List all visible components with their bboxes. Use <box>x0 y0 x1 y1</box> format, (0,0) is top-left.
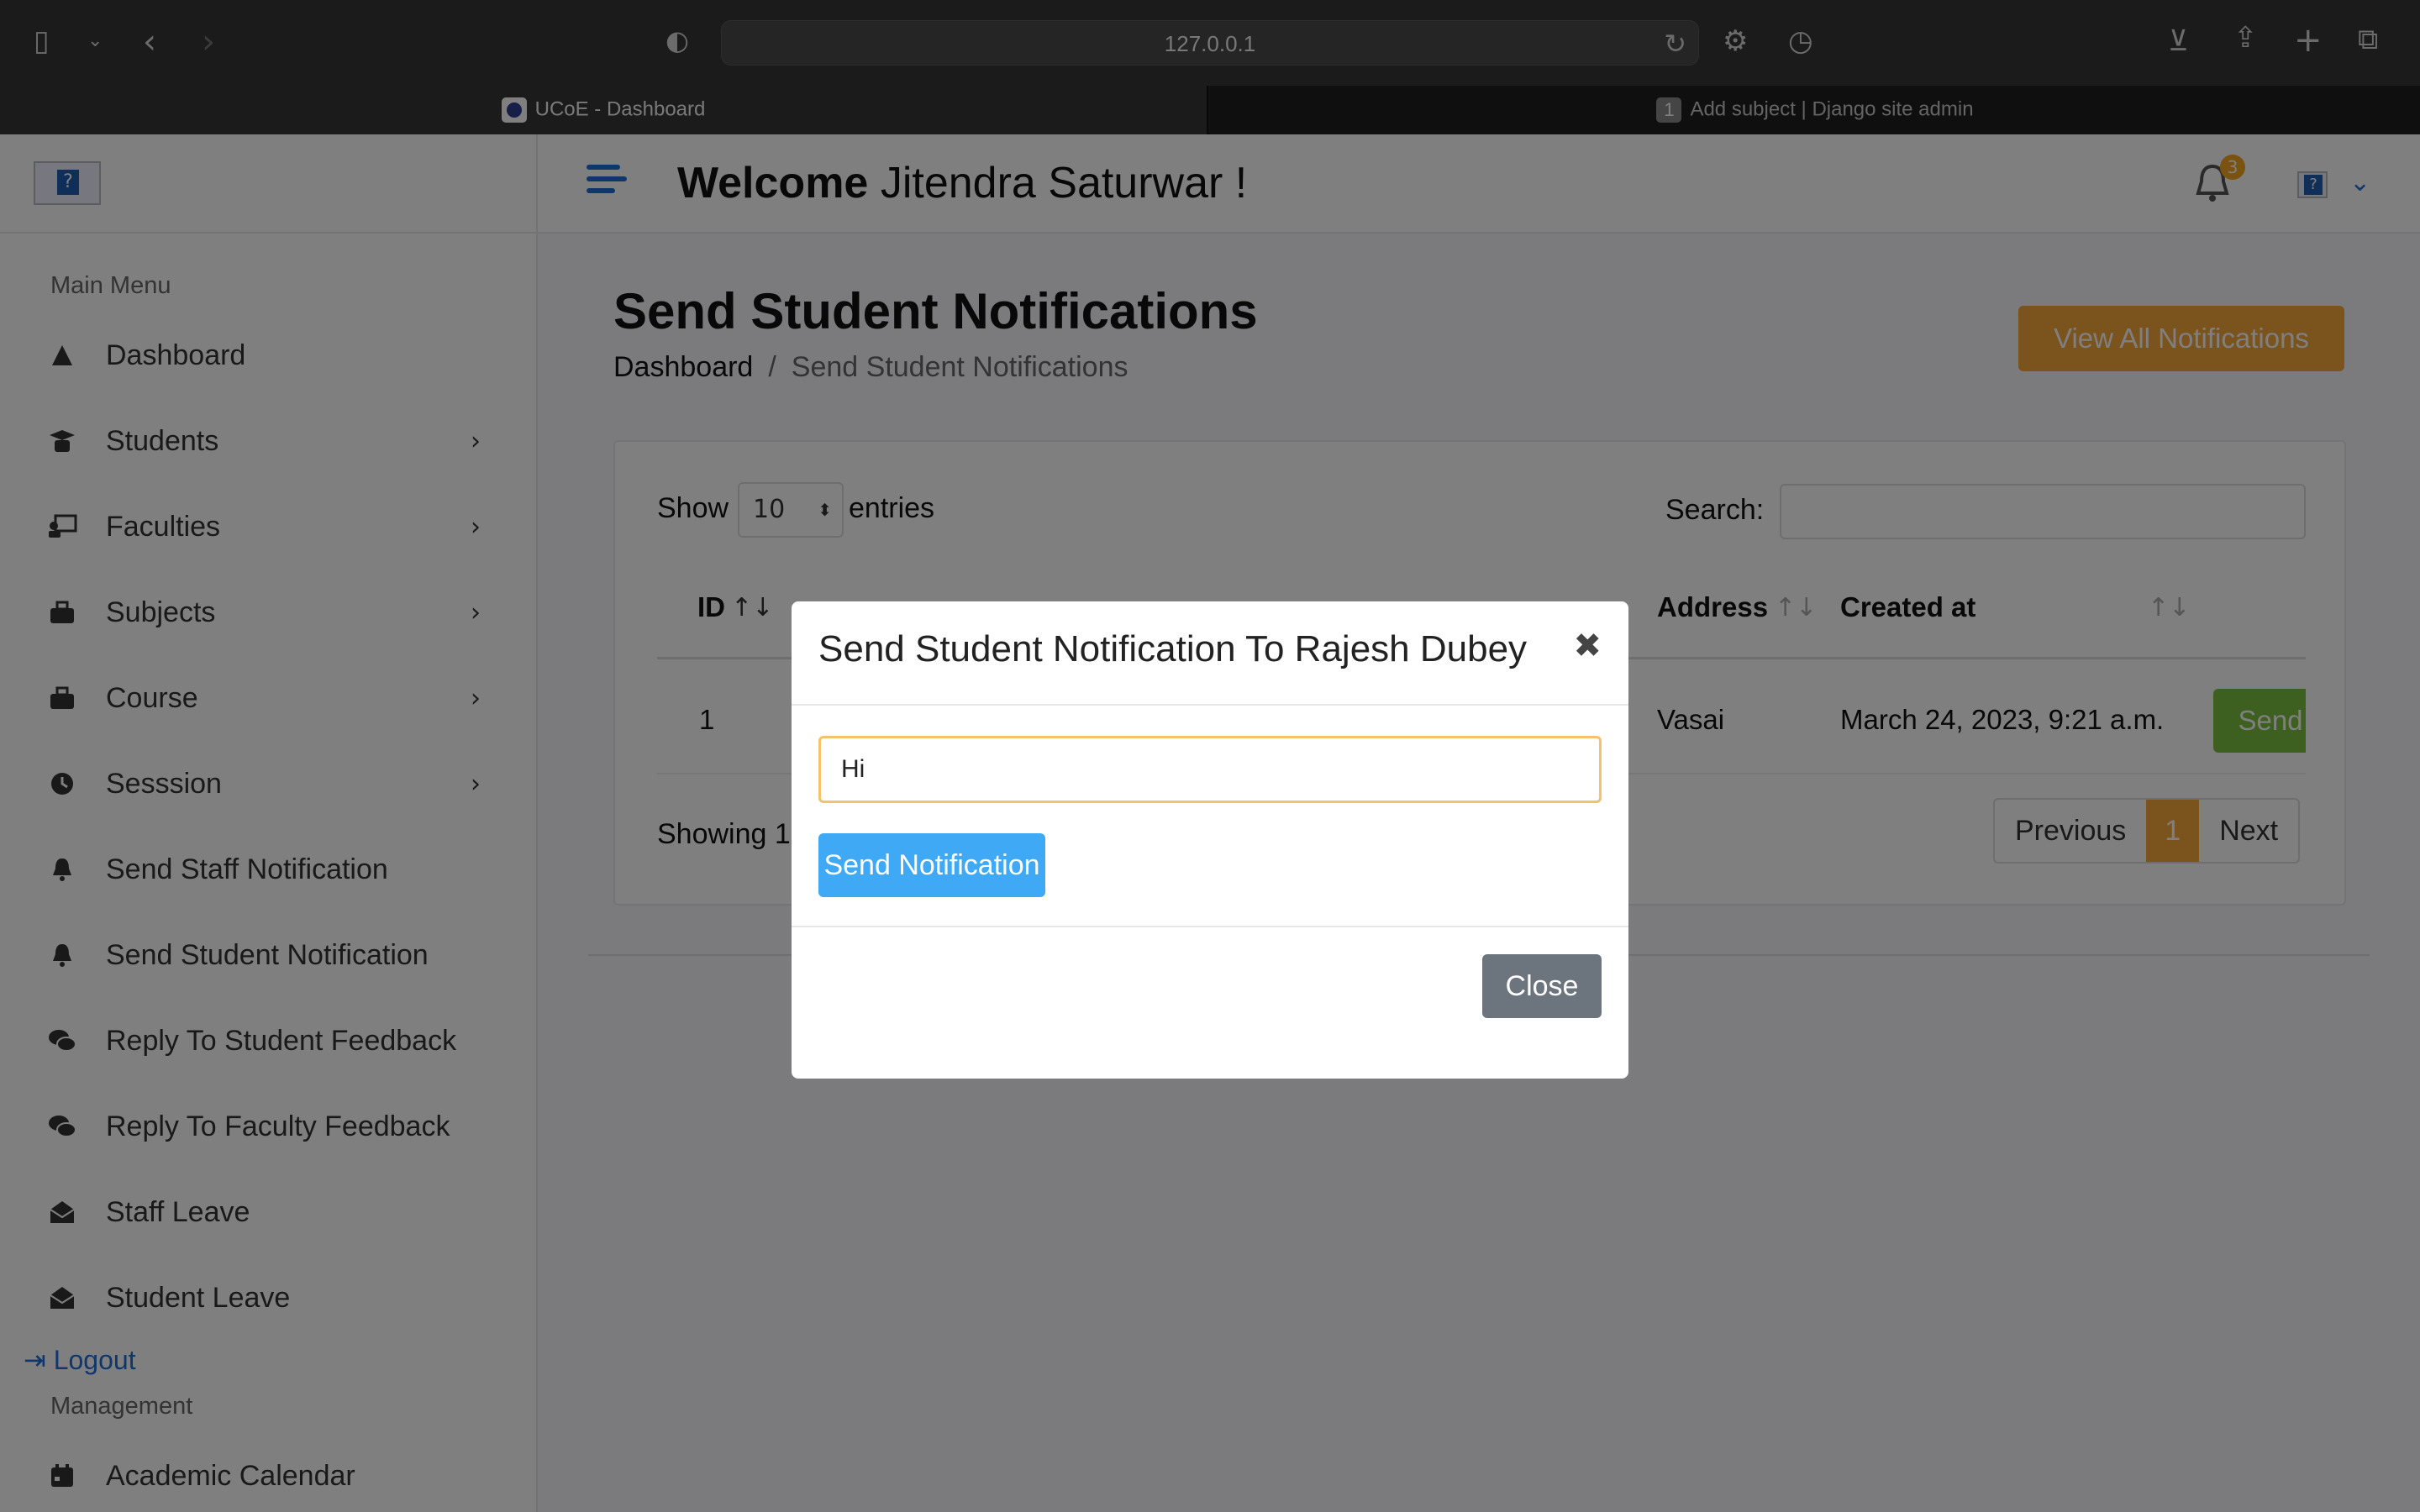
notification-message-input[interactable]: Hi <box>818 736 1602 803</box>
modal-header-divider <box>792 704 1628 706</box>
modal-title: Send Student Notification To Rajesh Dube… <box>818 628 1528 669</box>
close-button[interactable]: Close <box>1482 954 1602 1018</box>
modal-footer-divider <box>792 926 1628 927</box>
close-icon[interactable]: ✖ <box>1573 627 1602 665</box>
send-notification-modal: Send Student Notification To Rajesh Dube… <box>792 601 1628 1079</box>
send-notification-button[interactable]: Send Notification <box>818 833 1045 897</box>
